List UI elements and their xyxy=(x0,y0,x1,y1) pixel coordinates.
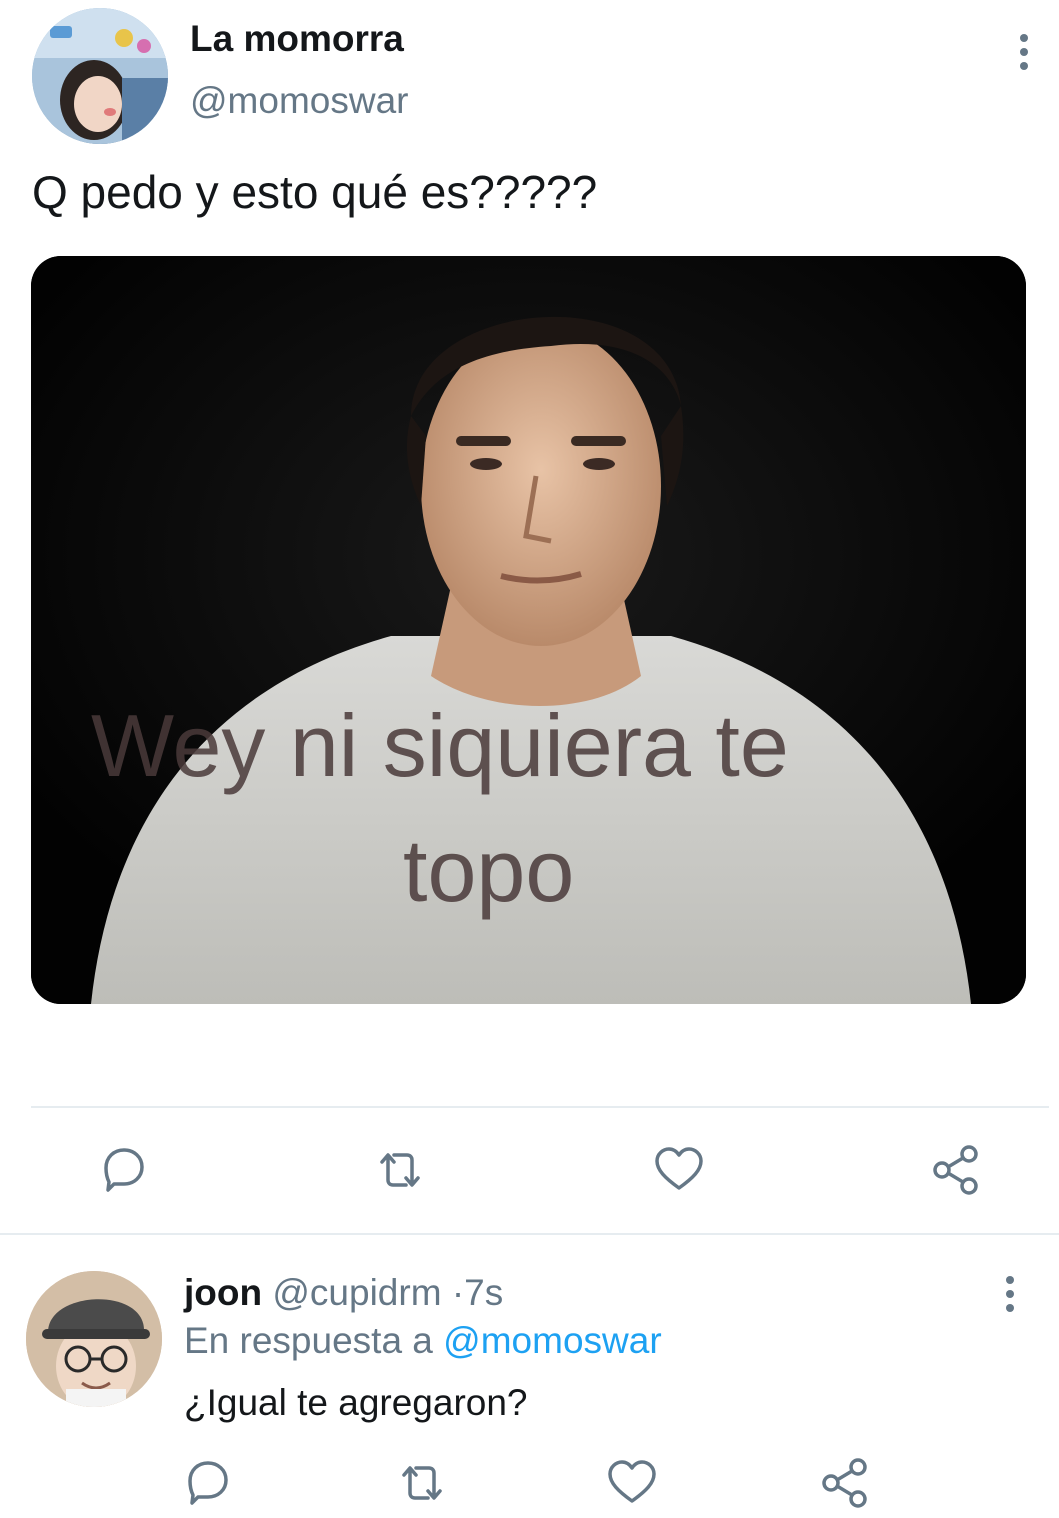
like-icon[interactable] xyxy=(651,1142,707,1198)
reply-action-retweet-icon[interactable] xyxy=(394,1455,450,1511)
reply-author-avatar[interactable] xyxy=(26,1271,162,1407)
reply-action-like-icon[interactable] xyxy=(604,1455,660,1511)
tweet-detail-page: La momorra @momoswar Q pedo y esto qué e… xyxy=(0,0,1059,1518)
tweet-text: Q pedo y esto qué es????? xyxy=(32,166,598,218)
reply-action-reply-icon[interactable] xyxy=(180,1455,236,1511)
author-display-name[interactable]: La momorra xyxy=(190,18,404,60)
meme-caption-line2: topo xyxy=(403,821,574,920)
retweet-icon[interactable] xyxy=(372,1142,428,1198)
divider xyxy=(31,1106,1049,1108)
in-reply-to-line: En respuesta a @momoswar xyxy=(184,1320,662,1362)
reply-timestamp[interactable]: 7s xyxy=(464,1272,503,1313)
share-icon[interactable] xyxy=(929,1142,985,1198)
reply-action-share-icon[interactable] xyxy=(818,1455,874,1511)
reply-text: ¿Igual te agregaron? xyxy=(184,1382,528,1423)
author-avatar[interactable] xyxy=(32,8,168,144)
divider xyxy=(0,1233,1059,1235)
reply-author-handle[interactable]: @cupidrm xyxy=(272,1272,441,1313)
reply-author-display-name[interactable]: joon xyxy=(184,1272,262,1313)
more-options-icon[interactable] xyxy=(1008,32,1040,72)
tweet-media-image[interactable]: Wey ni siquiera te topo xyxy=(31,256,1026,1004)
reply-separator: · xyxy=(451,1272,465,1313)
in-reply-to-label: En respuesta a xyxy=(184,1320,433,1361)
reply-header: joon @cupidrm ·7s xyxy=(184,1272,503,1314)
reply-icon[interactable] xyxy=(96,1142,152,1198)
meme-caption-line1: Wey ni siquiera te xyxy=(91,696,789,795)
in-reply-to-mention-link[interactable]: @momoswar xyxy=(443,1320,661,1361)
author-handle[interactable]: @momoswar xyxy=(190,80,408,122)
reply-more-options-icon[interactable] xyxy=(994,1274,1026,1314)
